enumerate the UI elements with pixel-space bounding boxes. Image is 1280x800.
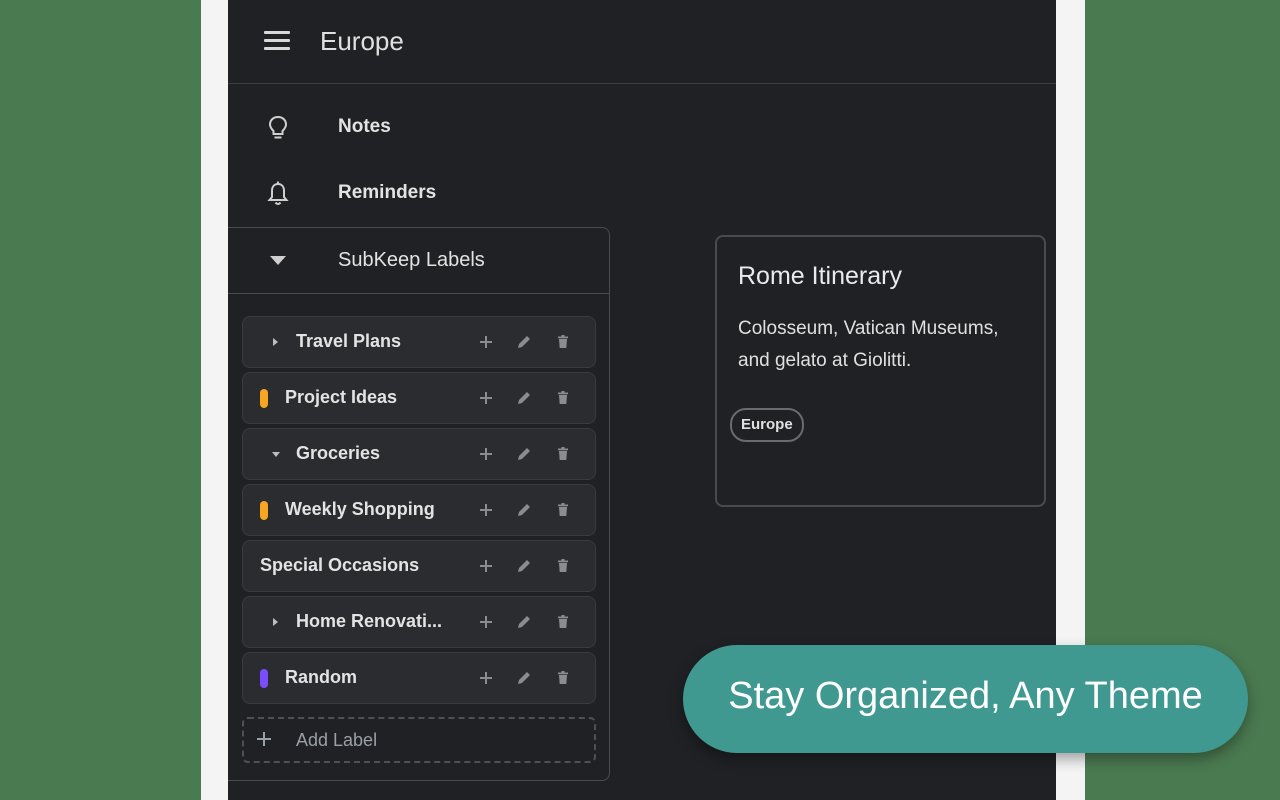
plus-icon bbox=[257, 732, 271, 746]
pencil-icon[interactable] bbox=[514, 388, 534, 408]
pencil-icon[interactable] bbox=[514, 500, 534, 520]
add-sublabel-icon[interactable] bbox=[476, 612, 496, 632]
labels-section-header[interactable]: SubKeep Labels bbox=[228, 228, 609, 294]
pencil-icon[interactable] bbox=[514, 668, 534, 688]
labels-panel: SubKeep Labels Travel Plans Project Idea… bbox=[228, 227, 610, 781]
pencil-icon[interactable] bbox=[514, 556, 534, 576]
label-item[interactable]: Random bbox=[242, 652, 596, 704]
note-card[interactable]: Rome Itinerary Colosseum, Vatican Museum… bbox=[715, 235, 1046, 507]
trash-icon[interactable] bbox=[553, 556, 573, 576]
nav-item-notes[interactable]: Notes bbox=[228, 98, 608, 156]
caret-down-icon[interactable] bbox=[270, 256, 286, 265]
label-color-dot bbox=[260, 389, 268, 408]
label-item[interactable]: Special Occasions bbox=[242, 540, 596, 592]
label-name: Weekly Shopping bbox=[285, 499, 435, 519]
add-sublabel-icon[interactable] bbox=[476, 332, 496, 352]
trash-icon[interactable] bbox=[553, 668, 573, 688]
menu-icon[interactable] bbox=[264, 31, 290, 51]
expand-arrow-icon[interactable] bbox=[273, 618, 278, 626]
top-bar: Europe bbox=[228, 0, 1056, 84]
label-item[interactable]: Groceries bbox=[242, 428, 596, 480]
label-name: Project Ideas bbox=[285, 387, 398, 407]
trash-icon[interactable] bbox=[553, 444, 573, 464]
add-sublabel-icon[interactable] bbox=[476, 556, 496, 576]
labels-section-title: SubKeep Labels bbox=[338, 249, 485, 271]
add-sublabel-icon[interactable] bbox=[476, 500, 496, 520]
label-name: Travel Plans bbox=[296, 331, 402, 351]
add-label-button[interactable]: Add Label bbox=[242, 717, 596, 763]
nav-item-label: Notes bbox=[338, 116, 391, 137]
add-sublabel-icon[interactable] bbox=[476, 668, 496, 688]
note-title: Rome Itinerary bbox=[738, 262, 902, 290]
nav-item-reminders[interactable]: Reminders bbox=[228, 164, 608, 222]
add-label-text: Add Label bbox=[296, 730, 378, 750]
expand-arrow-icon[interactable] bbox=[273, 338, 278, 346]
label-item[interactable]: Home Renovati... bbox=[242, 596, 596, 648]
add-sublabel-icon[interactable] bbox=[476, 444, 496, 464]
collapse-arrow-icon[interactable] bbox=[272, 452, 280, 457]
trash-icon[interactable] bbox=[553, 612, 573, 632]
page-title: Europe bbox=[320, 26, 404, 56]
label-name: Home Renovati... bbox=[296, 611, 443, 631]
label-item[interactable]: Travel Plans bbox=[242, 316, 596, 368]
pencil-icon[interactable] bbox=[514, 332, 534, 352]
add-sublabel-icon[interactable] bbox=[476, 388, 496, 408]
nav-item-label: Reminders bbox=[338, 182, 437, 203]
note-body: Colosseum, Vatican Museums, and gelato a… bbox=[738, 318, 999, 371]
trash-icon[interactable] bbox=[553, 500, 573, 520]
label-name: Random bbox=[285, 667, 357, 687]
bell-icon bbox=[267, 181, 289, 205]
lightbulb-icon bbox=[268, 115, 288, 139]
label-color-dot bbox=[260, 669, 268, 688]
note-label-chip[interactable]: Europe bbox=[730, 408, 804, 442]
promo-text: Stay Organized, Any Theme bbox=[728, 675, 1203, 717]
label-item[interactable]: Project Ideas bbox=[242, 372, 596, 424]
trash-icon[interactable] bbox=[553, 388, 573, 408]
label-color-dot bbox=[260, 501, 268, 520]
label-name: Special Occasions bbox=[260, 555, 420, 575]
promo-banner: Stay Organized, Any Theme bbox=[683, 645, 1248, 753]
pencil-icon[interactable] bbox=[514, 612, 534, 632]
label-item[interactable]: Weekly Shopping bbox=[242, 484, 596, 536]
trash-icon[interactable] bbox=[553, 332, 573, 352]
label-name: Groceries bbox=[296, 443, 381, 463]
pencil-icon[interactable] bbox=[514, 444, 534, 464]
